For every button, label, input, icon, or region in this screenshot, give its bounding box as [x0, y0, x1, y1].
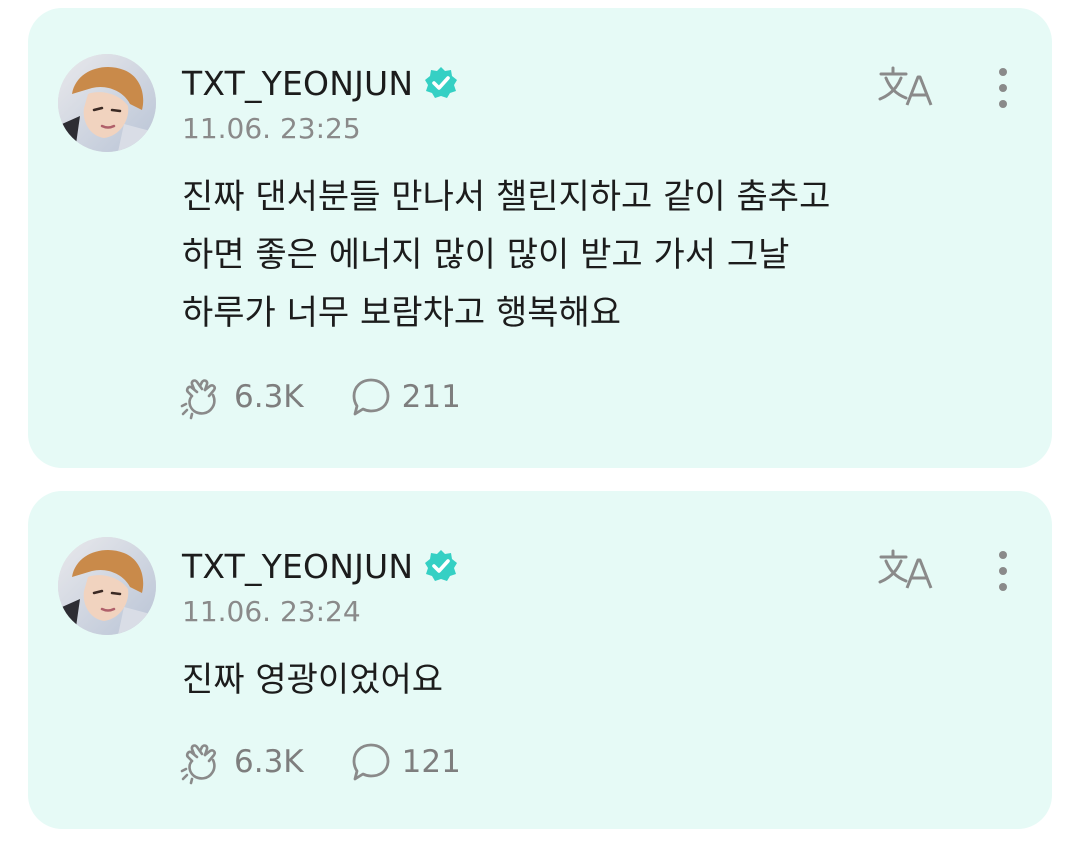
verified-badge-icon — [423, 548, 459, 584]
post-feed: TXT_YEONJUN 11.06. 23:25 진짜 댄서분들 만나서 챌린지… — [0, 0, 1078, 862]
username-row: TXT_YEONJUN — [182, 543, 459, 589]
post-body: 진짜 댄서분들 만나서 챌린지하고 같이 춤추고 하면 좋은 에너지 많이 많이… — [182, 168, 1002, 342]
post-timestamp: 11.06. 23:24 — [182, 595, 361, 628]
post-body-line: 진짜 댄서분들 만나서 챌린지하고 같이 춤추고 — [182, 177, 831, 217]
more-options-button[interactable] — [988, 547, 1018, 595]
post-timestamp: 11.06. 23:25 — [182, 112, 361, 145]
avatar[interactable] — [58, 54, 156, 152]
post-actions: 6.3K 121 — [180, 739, 461, 785]
comment-button[interactable]: 121 — [348, 739, 461, 785]
comment-count: 211 — [401, 379, 461, 415]
comment-count: 121 — [401, 744, 461, 780]
translate-button[interactable] — [876, 547, 936, 591]
post-actions: 6.3K 211 — [180, 374, 461, 420]
comment-bubble-icon — [352, 743, 390, 781]
post-body-line: 하면 좋은 에너지 많이 많이 받고 가서 그날 — [182, 235, 790, 275]
more-vertical-icon — [999, 551, 1007, 591]
more-vertical-icon — [999, 68, 1007, 108]
post-body: 진짜 영광이었어요 — [182, 651, 1002, 709]
more-options-button[interactable] — [988, 64, 1018, 112]
post-card[interactable]: TXT_YEONJUN 11.06. 23:25 진짜 댄서분들 만나서 챌린지… — [28, 8, 1052, 468]
comment-button[interactable]: 211 — [348, 374, 461, 420]
like-count: 6.3K — [234, 379, 304, 415]
translate-button[interactable] — [876, 64, 936, 108]
comment-bubble-icon — [352, 378, 390, 416]
avatar[interactable] — [58, 537, 156, 635]
like-count: 6.3K — [234, 744, 304, 780]
post-card[interactable]: TXT_YEONJUN 11.06. 23:24 진짜 영광이었어요 6.3K … — [28, 491, 1052, 829]
username[interactable]: TXT_YEONJUN — [182, 547, 413, 586]
cheer-hand-icon — [180, 744, 216, 785]
post-body-line: 하루가 너무 보람차고 행복해요 — [182, 293, 622, 333]
translate-icon — [878, 549, 933, 589]
post-body-line: 진짜 영광이었어요 — [182, 660, 444, 700]
translate-icon — [878, 66, 933, 106]
username-row: TXT_YEONJUN — [182, 60, 459, 106]
like-button[interactable]: 6.3K — [180, 739, 304, 785]
cheer-hand-icon — [180, 379, 216, 420]
username[interactable]: TXT_YEONJUN — [182, 64, 413, 103]
like-button[interactable]: 6.3K — [180, 374, 304, 420]
verified-badge-icon — [423, 65, 459, 101]
